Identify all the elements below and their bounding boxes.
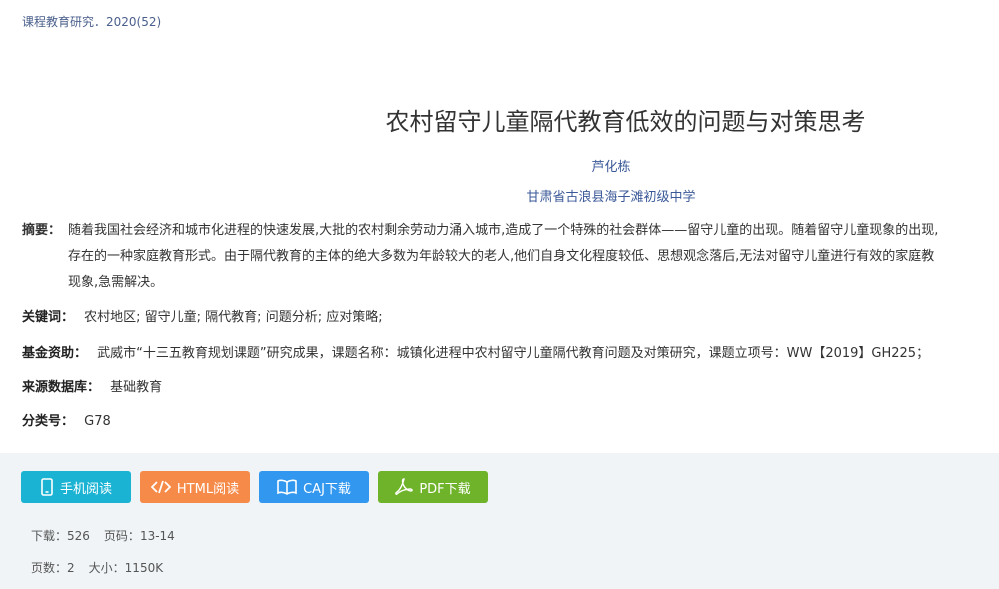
- stats-row-1: 下载：526 页码：13-14: [31, 527, 175, 544]
- page-count-value: 2: [67, 561, 75, 575]
- database-value: 基础教育: [110, 380, 163, 395]
- size-label: 大小：: [88, 561, 125, 575]
- book-icon: [277, 479, 297, 495]
- organization-link[interactable]: 甘肃省古浪县海子滩初级中学: [0, 186, 999, 205]
- article-page: 课程教育研究．2020(52) 农村留守儿童隔代教育低效的问题与对策思考 芦化栋…: [0, 0, 999, 589]
- size-value: 1150K: [124, 561, 164, 575]
- keywords-list[interactable]: 农村地区; 留守儿童; 隔代教育; 问题分析; 应对策略;: [84, 310, 382, 325]
- pdf-icon: [395, 478, 414, 495]
- pages-value: 13-14: [139, 529, 175, 543]
- pdf-download-label: PDF下载: [419, 481, 471, 497]
- abstract-line: 随着我国社会经济和城市化进程的快速发展,大批的农村剩余劳动力涌入城市,造成了一个…: [68, 223, 939, 238]
- mobile-read-label: 手机阅读: [59, 481, 112, 497]
- pdf-download-button[interactable]: PDF下载: [378, 471, 488, 503]
- keywords-label: 关键词：: [22, 310, 75, 325]
- database-row: 来源数据库： 基础教育: [22, 376, 162, 395]
- class-code: G78: [84, 414, 111, 429]
- class-row: 分类号： G78: [22, 410, 111, 429]
- fund-row: 基金资助： 武威市“十三五教育规划课题”研究成果，课题名称：城镇化进程中农村留守…: [22, 342, 929, 361]
- downloads-label: 下载：: [31, 529, 68, 543]
- html-read-button[interactable]: HTML阅读: [140, 471, 250, 503]
- keywords-row: 关键词： 农村地区; 留守儿童; 隔代教育; 问题分析; 应对策略;: [22, 306, 383, 325]
- page-count-label: 页数：: [31, 561, 68, 575]
- fund-label: 基金资助：: [22, 346, 88, 361]
- caj-download-button[interactable]: CAJ下载: [259, 471, 369, 503]
- stats-row-2: 页数：2 大小：1150K: [31, 559, 163, 576]
- downloads-value: 526: [67, 529, 90, 543]
- mobile-read-button[interactable]: 手机阅读: [21, 471, 131, 503]
- abstract-section: 摘要： 随着我国社会经济和城市化进程的快速发展,大批的农村剩余劳动力涌入城市,造…: [22, 219, 999, 294]
- abstract-label: 摘要：: [22, 223, 62, 238]
- code-icon: [150, 480, 171, 494]
- fund-text: 武威市“十三五教育规划课题”研究成果，课题名称：城镇化进程中农村留守儿童隔代教育…: [97, 346, 930, 361]
- html-read-label: HTML阅读: [176, 481, 240, 497]
- class-label: 分类号：: [22, 414, 75, 429]
- article-title: 农村留守儿童隔代教育低效的问题与对策思考: [385, 108, 866, 136]
- download-panel: 手机阅读 HTML阅读 CAJ下载 PDF下载 下载：526 页码：13-14 …: [0, 453, 999, 589]
- database-label: 来源数据库：: [22, 380, 101, 395]
- abstract-line: 现象,急需解决。: [68, 275, 164, 290]
- author-link[interactable]: 芦化栋: [0, 156, 999, 175]
- phone-icon: [41, 478, 53, 496]
- pages-label: 页码：: [103, 529, 140, 543]
- caj-download-label: CAJ下载: [303, 481, 351, 497]
- abstract-line: 存在的一种家庭教育形式。由于隔代教育的主体的绝大多数为年龄较大的老人,他们自身文…: [68, 249, 935, 264]
- source-line[interactable]: 课程教育研究．2020(52): [22, 13, 161, 30]
